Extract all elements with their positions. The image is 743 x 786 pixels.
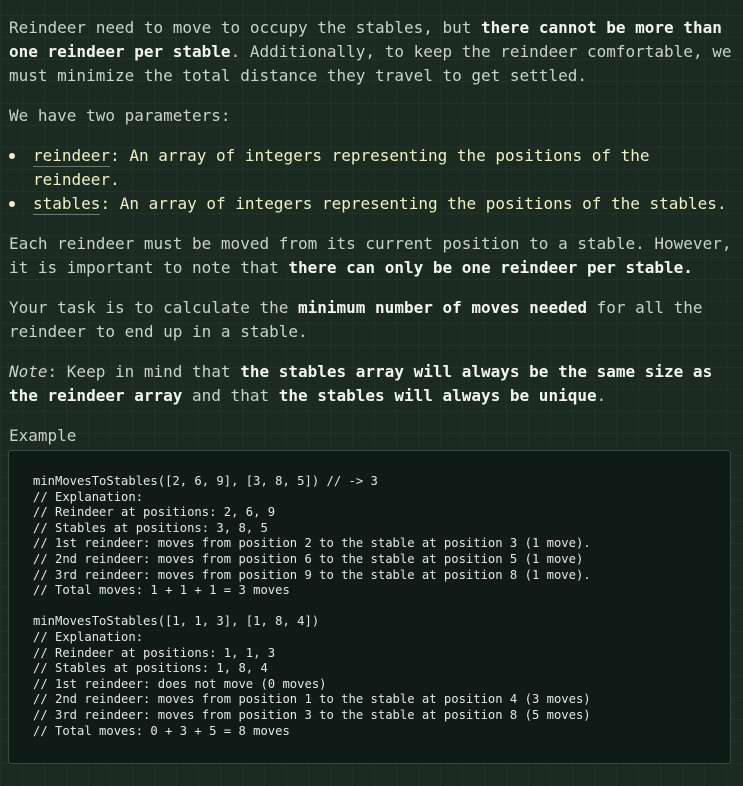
code-line: // Reindeer at positions: 2, 6, 9 bbox=[33, 505, 276, 520]
note-text-and: and that bbox=[182, 386, 279, 405]
parameter-item-reindeer: reindeer: An array of integers represent… bbox=[9, 144, 734, 192]
code-line: // Explanation: bbox=[33, 629, 144, 644]
code-line: // Explanation: bbox=[33, 489, 144, 504]
code-line: minMovesToStables([1, 1, 3], [1, 8, 4]) bbox=[33, 614, 320, 629]
code-line: // 2nd reindeer: moves from position 1 t… bbox=[33, 692, 591, 707]
code-line: // 3rd reindeer: moves from position 3 t… bbox=[33, 707, 591, 722]
code-line: minMovesToStables([2, 6, 9], [3, 8, 5]) … bbox=[33, 474, 378, 488]
code-line: // 1st reindeer: does not move (0 moves) bbox=[33, 676, 327, 691]
note-bold-unique: the stables will always be unique bbox=[278, 386, 597, 405]
note-label: Note bbox=[9, 362, 48, 381]
example-code-block: minMovesToStables([2, 6, 9], [3, 8, 5]) … bbox=[8, 450, 731, 764]
inline-code-stables: stables bbox=[33, 194, 101, 215]
rule-bold: there can only be one reindeer per stabl… bbox=[288, 258, 693, 277]
code-line: // 3rd reindeer: moves from position 9 t… bbox=[33, 567, 591, 582]
note-paragraph: Note: Keep in mind that the stables arra… bbox=[9, 360, 734, 408]
code-line: // Total moves: 0 + 3 + 5 = 8 moves bbox=[33, 723, 290, 738]
parameter-description-stables: : An array of integers representing the … bbox=[100, 194, 727, 213]
parameter-description-reindeer: : An array of integers representing the … bbox=[33, 146, 650, 189]
inline-code-reindeer: reindeer bbox=[33, 146, 111, 167]
note-text: : Keep in mind that bbox=[47, 362, 241, 381]
code-line: // 1st reindeer: moves from position 2 t… bbox=[33, 536, 591, 551]
code-line: // Reindeer at positions: 1, 1, 3 bbox=[33, 645, 276, 660]
code-line: // Total moves: 1 + 1 + 1 = 3 moves bbox=[33, 583, 290, 598]
parameters-list: reindeer: An array of integers represent… bbox=[9, 144, 734, 216]
task-bold: minimum number of moves needed bbox=[297, 298, 587, 317]
parameters-heading: We have two parameters: bbox=[9, 106, 231, 125]
code-line: // 2nd reindeer: moves from position 6 t… bbox=[33, 551, 584, 566]
example-label: Example bbox=[9, 426, 77, 445]
intro-paragraph: Reindeer need to move to occupy the stab… bbox=[9, 16, 734, 88]
task-paragraph: Your task is to calculate the minimum nu… bbox=[9, 296, 734, 344]
task-text: Your task is to calculate the bbox=[9, 298, 298, 317]
rule-paragraph: Each reindeer must be moved from its cur… bbox=[9, 232, 734, 280]
code-line: // Stables at positions: 3, 8, 5 bbox=[33, 520, 268, 535]
parameter-item-stables: stables: An array of integers representi… bbox=[9, 192, 734, 216]
challenge-description: Reindeer need to move to occupy the stab… bbox=[0, 0, 743, 448]
code-line: // Stables at positions: 1, 8, 4 bbox=[33, 661, 268, 676]
intro-text: Reindeer need to move to occupy the stab… bbox=[9, 18, 482, 37]
note-text-end: . bbox=[596, 386, 607, 405]
